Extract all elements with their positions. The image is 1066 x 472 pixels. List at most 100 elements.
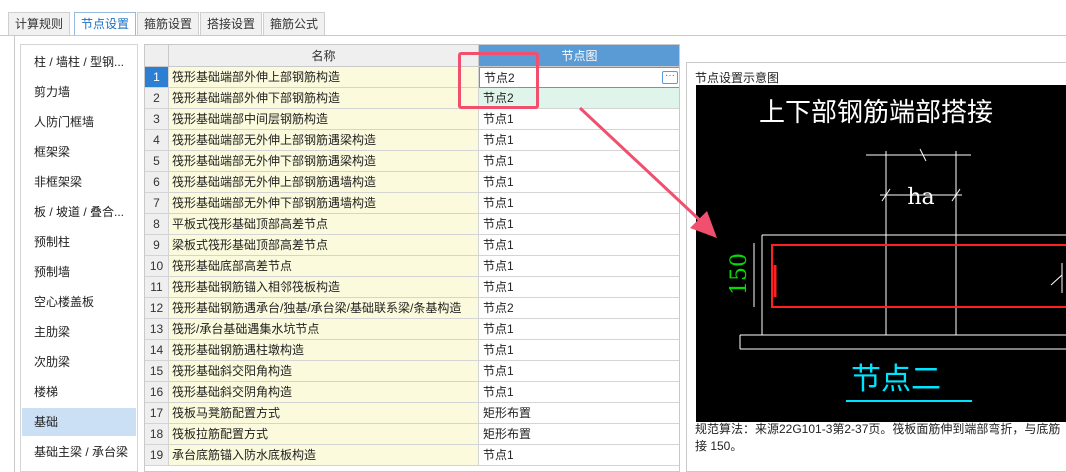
sidebar-item-precast-column[interactable]: 预制柱	[22, 228, 136, 256]
row-name-cell[interactable]: 筏形基础钢筋锚入相邻筏板构造	[169, 277, 479, 298]
row-name-cell[interactable]: 筏形/承台基础遇集水坑节点	[169, 319, 479, 340]
table-row[interactable]: 5 筏形基础端部无外伸下部钢筋遇梁构造 节点1	[145, 151, 679, 172]
sidebar-item-main-rib-beam[interactable]: 主肋梁	[22, 318, 136, 346]
row-node-cell[interactable]: 节点1	[479, 151, 679, 172]
row-node-cell[interactable]: 节点1	[479, 361, 679, 382]
row-number[interactable]: 4	[145, 130, 169, 151]
row-name-cell[interactable]: 承台底筋锚入防水底板构造	[169, 445, 479, 466]
row-name-cell[interactable]: 筏形基础端部无外伸上部钢筋遇梁构造	[169, 130, 479, 151]
row-number[interactable]: 10	[145, 256, 169, 277]
row-name-cell[interactable]: 筏形基础端部中间层钢筋构造	[169, 109, 479, 130]
row-number[interactable]: 19	[145, 445, 169, 466]
table-row[interactable]: 7 筏形基础端部无外伸下部钢筋遇墙构造 节点1	[145, 193, 679, 214]
row-node-cell[interactable]: 节点1	[479, 382, 679, 403]
row-name-cell[interactable]: 筏形基础端部外伸上部钢筋构造	[169, 67, 479, 88]
sidebar-item-shear-wall[interactable]: 剪力墙	[22, 78, 136, 106]
row-node-value: 节点1	[483, 133, 514, 147]
row-number[interactable]: 9	[145, 235, 169, 256]
table-row[interactable]: 13 筏形/承台基础遇集水坑节点 节点1	[145, 319, 679, 340]
table-row[interactable]: 17 筏板马凳筋配置方式 矩形布置	[145, 403, 679, 424]
row-node-cell[interactable]: 节点1	[479, 319, 679, 340]
row-node-cell[interactable]: 节点1	[479, 130, 679, 151]
sidebar-item-hollow-slab[interactable]: 空心楼盖板	[22, 288, 136, 316]
table-row[interactable]: 10 筏形基础底部高差节点 节点1	[145, 256, 679, 277]
table-row[interactable]: 15 筏形基础斜交阳角构造 节点1	[145, 361, 679, 382]
row-node-cell[interactable]: 节点1	[479, 445, 679, 466]
tab-node-settings[interactable]: 节点设置	[74, 12, 137, 36]
row-name-cell[interactable]: 梁板式筏形基础顶部高差节点	[169, 235, 479, 256]
row-number[interactable]: 13	[145, 319, 169, 340]
row-node-cell[interactable]: 矩形布置	[479, 403, 679, 424]
row-number[interactable]: 17	[145, 403, 169, 424]
row-number[interactable]: 1	[145, 67, 169, 88]
row-node-cell[interactable]: 节点2 ···	[479, 67, 679, 88]
table-row[interactable]: 4 筏形基础端部无外伸上部钢筋遇梁构造 节点1	[145, 130, 679, 151]
table-row[interactable]: 18 筏板拉筋配置方式 矩形布置	[145, 424, 679, 445]
row-node-cell[interactable]: 节点1	[479, 214, 679, 235]
column-header-name[interactable]: 名称	[169, 45, 479, 67]
node-preview-panel: 节点设置示意图 上下部钢筋端部搭接 ha 150 节点二 规范算法：来源22G1…	[686, 62, 1066, 472]
row-name-cell[interactable]: 筏板拉筋配置方式	[169, 424, 479, 445]
row-node-cell[interactable]: 矩形布置	[479, 424, 679, 445]
row-name-cell[interactable]: 筏形基础钢筋遇柱墩构造	[169, 340, 479, 361]
tab-calc-rules[interactable]: 计算规则	[8, 12, 71, 36]
row-number[interactable]: 7	[145, 193, 169, 214]
row-node-cell[interactable]: 节点1	[479, 172, 679, 193]
table-row[interactable]: 16 筏形基础斜交阴角构造 节点1	[145, 382, 679, 403]
row-name-cell[interactable]: 筏形基础端部外伸下部钢筋构造	[169, 88, 479, 109]
row-node-cell[interactable]: 节点2	[479, 298, 679, 319]
row-node-cell[interactable]: 节点2	[479, 88, 679, 109]
tab-lap-settings[interactable]: 搭接设置	[200, 12, 263, 36]
tab-stirrup-formula[interactable]: 箍筋公式	[263, 12, 326, 36]
sidebar-item-nonframe-beam[interactable]: 非框架梁	[22, 168, 136, 196]
row-number[interactable]: 8	[145, 214, 169, 235]
row-node-cell[interactable]: 节点1	[479, 256, 679, 277]
row-name-cell[interactable]: 筏形基础底部高差节点	[169, 256, 479, 277]
row-node-cell[interactable]: 节点1	[479, 193, 679, 214]
row-node-cell[interactable]: 节点1	[479, 235, 679, 256]
row-node-cell[interactable]: 节点1	[479, 340, 679, 361]
sidebar-item-sub-rib-beam[interactable]: 次肋梁	[22, 348, 136, 376]
tab-stirrup-settings[interactable]: 箍筋设置	[137, 12, 200, 36]
table-row[interactable]: 1 筏形基础端部外伸上部钢筋构造 节点2 ···	[145, 67, 679, 88]
sidebar-item-column[interactable]: 柱 / 墙柱 / 型钢...	[22, 48, 136, 76]
row-number[interactable]: 14	[145, 340, 169, 361]
row-name-cell[interactable]: 筏形基础斜交阳角构造	[169, 361, 479, 382]
sidebar-item-precast-wall[interactable]: 预制墙	[22, 258, 136, 286]
table-row[interactable]: 14 筏形基础钢筋遇柱墩构造 节点1	[145, 340, 679, 361]
column-header-node[interactable]: 节点图	[479, 45, 679, 67]
row-name-cell[interactable]: 筏形基础端部无外伸下部钢筋遇墙构造	[169, 193, 479, 214]
row-number[interactable]: 15	[145, 361, 169, 382]
row-node-cell[interactable]: 节点1	[479, 277, 679, 298]
sidebar-item-civil-door-wall[interactable]: 人防门框墙	[22, 108, 136, 136]
table-row[interactable]: 6 筏形基础端部无外伸上部钢筋遇墙构造 节点1	[145, 172, 679, 193]
table-row[interactable]: 2 筏形基础端部外伸下部钢筋构造 节点2	[145, 88, 679, 109]
table-row[interactable]: 11 筏形基础钢筋锚入相邻筏板构造 节点1	[145, 277, 679, 298]
sidebar-item-slab[interactable]: 板 / 坡道 / 叠合...	[22, 198, 136, 226]
row-name-cell[interactable]: 平板式筏形基础顶部高差节点	[169, 214, 479, 235]
row-number[interactable]: 2	[145, 88, 169, 109]
row-number[interactable]: 3	[145, 109, 169, 130]
row-name-cell[interactable]: 筏形基础斜交阴角构造	[169, 382, 479, 403]
sidebar-item-frame-beam[interactable]: 框架梁	[22, 138, 136, 166]
row-number[interactable]: 18	[145, 424, 169, 445]
table-row[interactable]: 19 承台底筋锚入防水底板构造 节点1	[145, 445, 679, 466]
row-number[interactable]: 12	[145, 298, 169, 319]
table-row[interactable]: 3 筏形基础端部中间层钢筋构造 节点1	[145, 109, 679, 130]
row-name-cell[interactable]: 筏形基础端部无外伸上部钢筋遇墙构造	[169, 172, 479, 193]
node-picker-button[interactable]: ···	[662, 71, 678, 84]
row-number[interactable]: 16	[145, 382, 169, 403]
row-number[interactable]: 6	[145, 172, 169, 193]
row-number[interactable]: 5	[145, 151, 169, 172]
row-name-cell[interactable]: 筏板马凳筋配置方式	[169, 403, 479, 424]
row-node-cell[interactable]: 节点1	[479, 109, 679, 130]
row-name-cell[interactable]: 筏形基础端部无外伸下部钢筋遇梁构造	[169, 151, 479, 172]
sidebar-item-foundation-beam[interactable]: 基础主梁 / 承台梁	[22, 438, 136, 466]
sidebar-item-stairs[interactable]: 楼梯	[22, 378, 136, 406]
table-row[interactable]: 8 平板式筏形基础顶部高差节点 节点1	[145, 214, 679, 235]
row-number[interactable]: 11	[145, 277, 169, 298]
table-row[interactable]: 9 梁板式筏形基础顶部高差节点 节点1	[145, 235, 679, 256]
sidebar-item-foundation[interactable]: 基础	[22, 408, 136, 436]
row-name-cell[interactable]: 筏形基础钢筋遇承台/独基/承台梁/基础联系梁/条基构造	[169, 298, 479, 319]
table-row[interactable]: 12 筏形基础钢筋遇承台/独基/承台梁/基础联系梁/条基构造 节点2	[145, 298, 679, 319]
